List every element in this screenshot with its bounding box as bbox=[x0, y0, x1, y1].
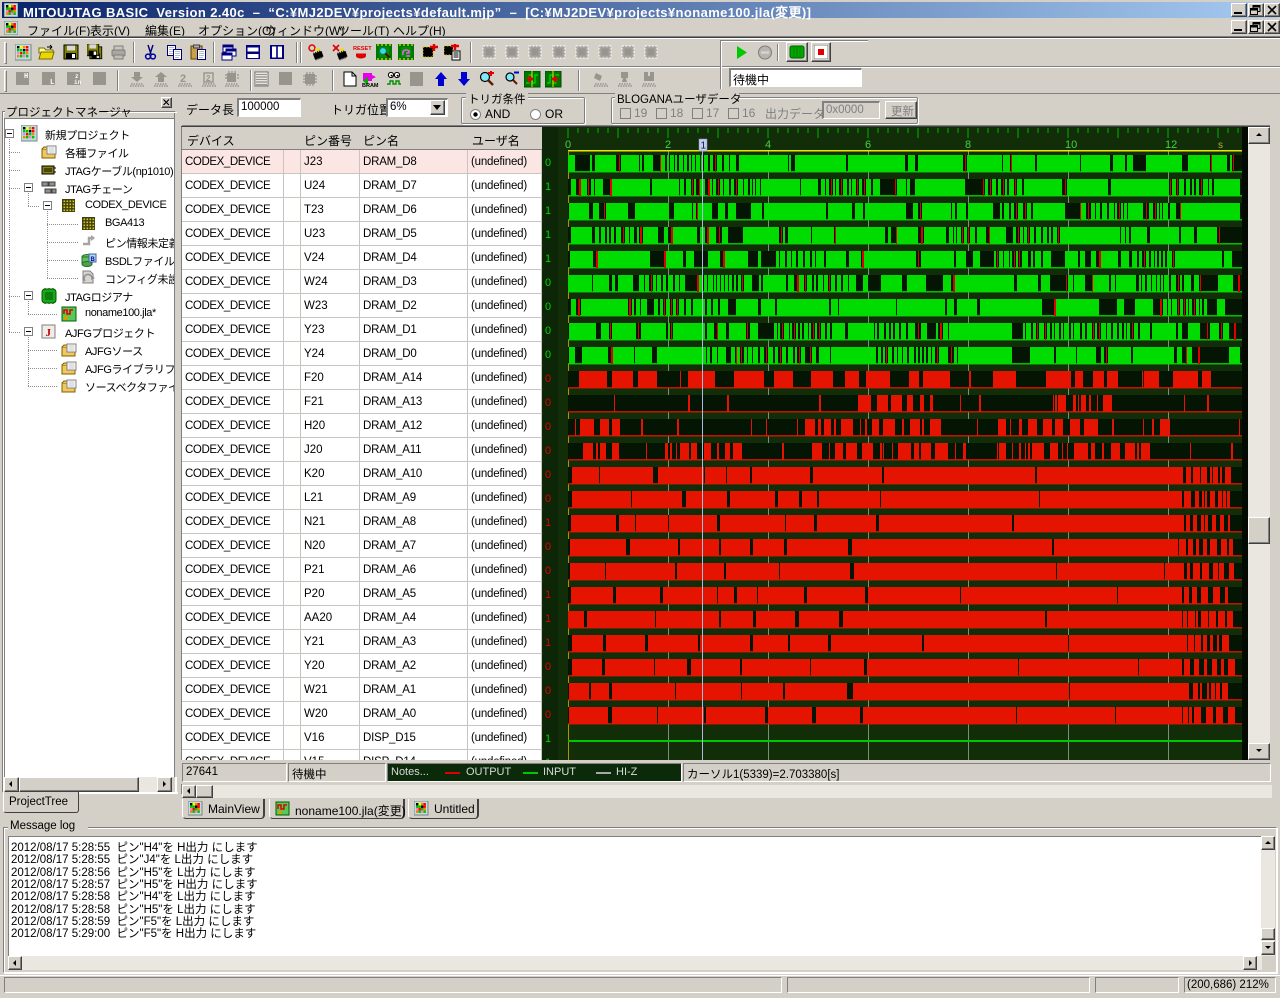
svg-text:2: 2 bbox=[180, 73, 186, 85]
svg-text:0: 0 bbox=[545, 661, 551, 673]
svg-text:2: 2 bbox=[665, 139, 671, 151]
svg-text:0: 0 bbox=[545, 397, 551, 409]
svg-text:1: 1 bbox=[545, 589, 551, 601]
svg-text:0: 0 bbox=[545, 157, 551, 169]
svg-text:0: 0 bbox=[545, 685, 551, 697]
svg-text:s: s bbox=[1218, 140, 1223, 151]
svg-text:0: 0 bbox=[545, 373, 551, 385]
svg-text:0: 0 bbox=[545, 541, 551, 553]
svg-text:1: 1 bbox=[701, 141, 707, 152]
svg-text:BRAM: BRAM bbox=[362, 83, 379, 88]
svg-text:L: L bbox=[50, 79, 54, 87]
svg-text:RESET: RESET bbox=[353, 46, 372, 52]
svg-text:12: 12 bbox=[1165, 139, 1177, 151]
svg-text:H: H bbox=[24, 73, 28, 81]
svg-text:0: 0 bbox=[545, 493, 551, 505]
svg-text:1: 1 bbox=[545, 517, 551, 529]
svg-text:1: 1 bbox=[545, 637, 551, 649]
svg-text:8: 8 bbox=[965, 139, 971, 151]
svg-text:B: B bbox=[91, 257, 96, 263]
svg-text:1: 1 bbox=[545, 181, 551, 193]
svg-text:0: 0 bbox=[545, 301, 551, 313]
svg-text:1: 1 bbox=[545, 733, 551, 745]
svg-text:0: 0 bbox=[545, 349, 551, 361]
svg-text:0: 0 bbox=[545, 421, 551, 433]
svg-text:0: 0 bbox=[565, 139, 571, 151]
svg-text:6: 6 bbox=[865, 139, 871, 151]
svg-text:1: 1 bbox=[545, 229, 551, 241]
svg-text:0: 0 bbox=[545, 445, 551, 457]
svg-text:0: 0 bbox=[545, 565, 551, 577]
svg-text:0: 0 bbox=[545, 325, 551, 337]
svg-text:1: 1 bbox=[545, 253, 551, 265]
svg-text:0: 0 bbox=[545, 469, 551, 481]
svg-text:J: J bbox=[46, 327, 52, 339]
svg-text:0: 0 bbox=[545, 709, 551, 721]
svg-text:in: in bbox=[74, 79, 82, 86]
svg-text:10: 10 bbox=[1065, 139, 1077, 151]
svg-text:1: 1 bbox=[545, 613, 551, 625]
svg-text:1: 1 bbox=[545, 205, 551, 217]
svg-text:2: 2 bbox=[206, 74, 211, 83]
svg-text:0: 0 bbox=[545, 277, 551, 289]
svg-text:4: 4 bbox=[765, 139, 771, 151]
